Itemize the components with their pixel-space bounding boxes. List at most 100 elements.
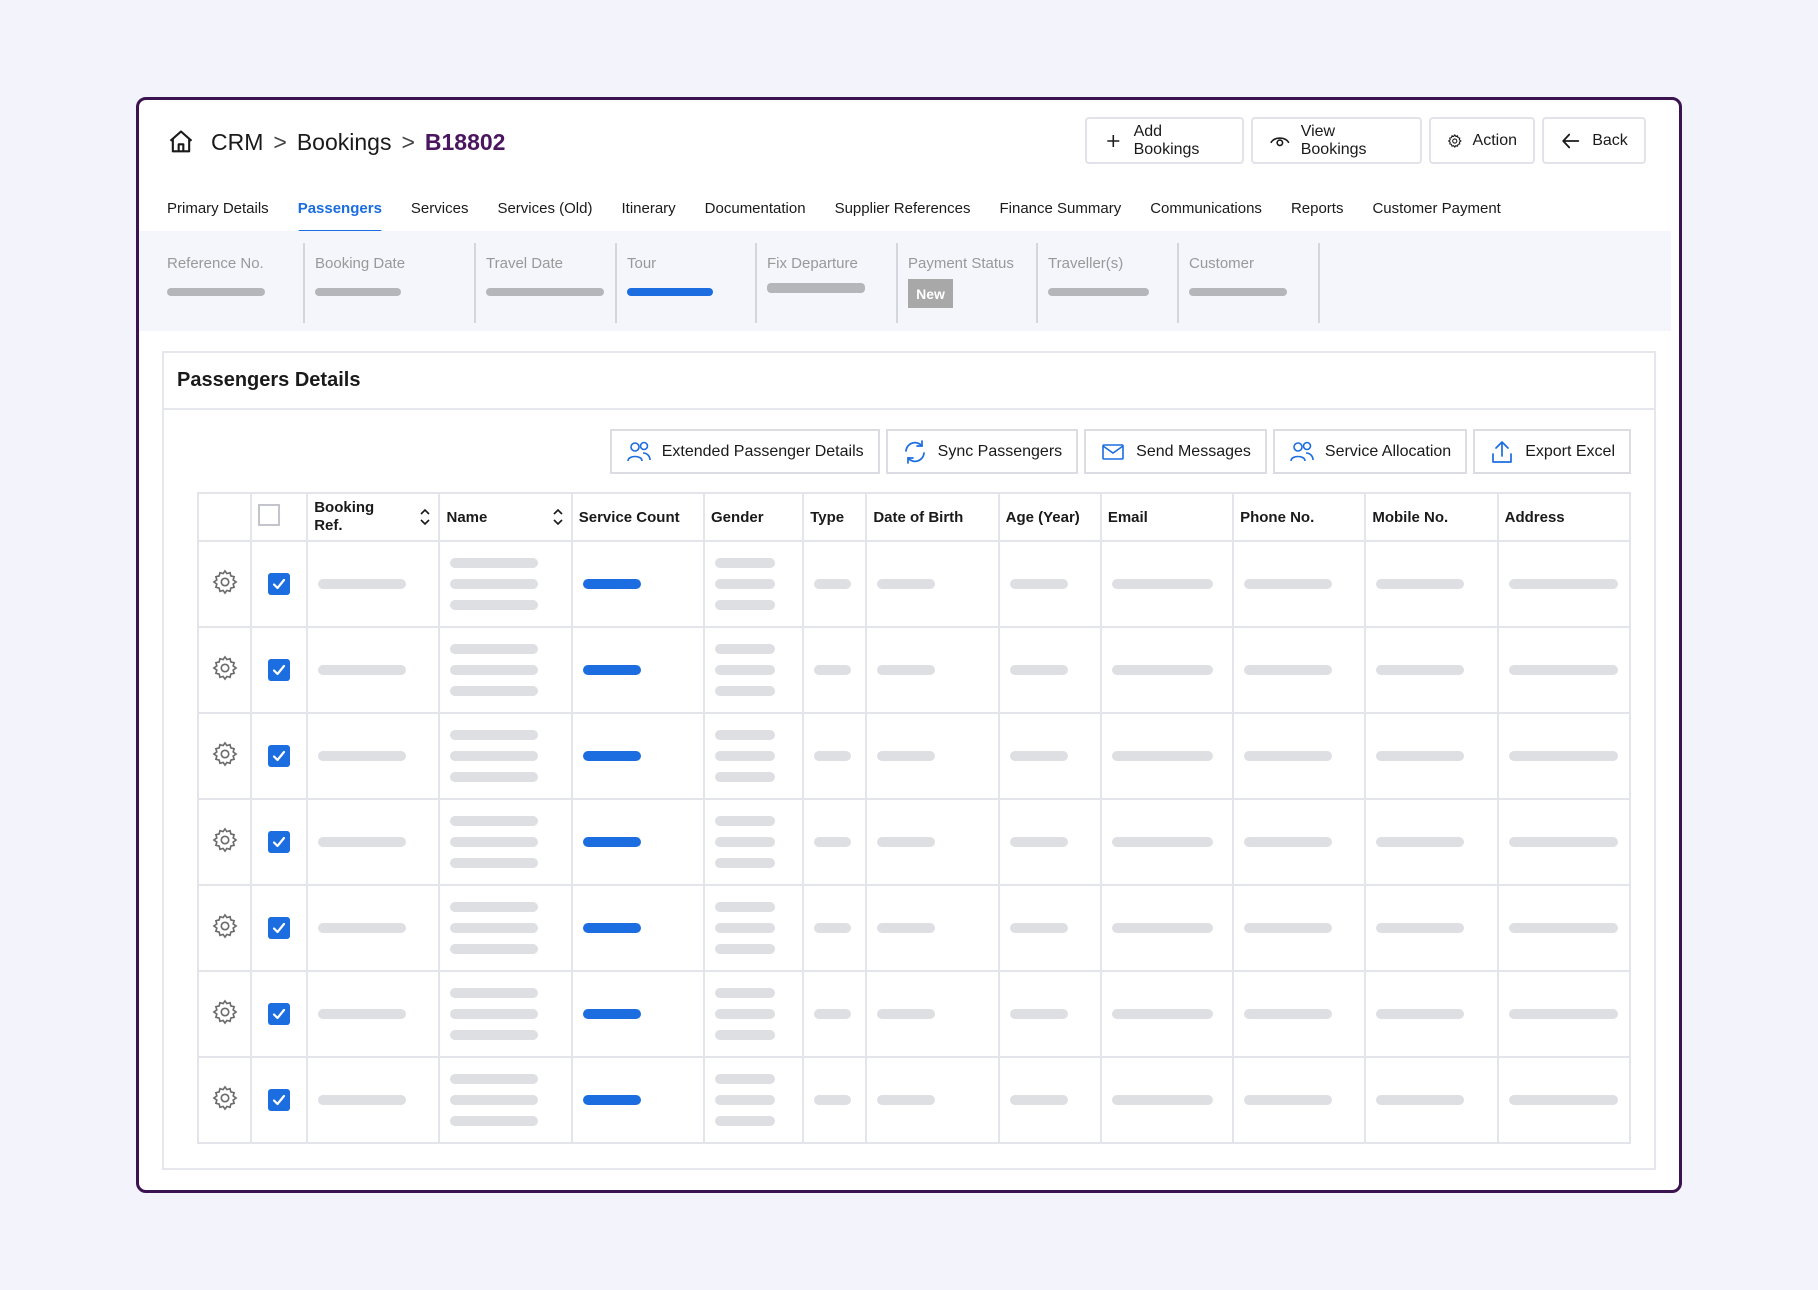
row-select[interactable] [250,970,309,1058]
check-icon [273,836,286,848]
row-settings[interactable] [196,798,253,886]
view-bookings-button[interactable]: View Bookings [1251,117,1422,164]
cell-placeholder [1244,579,1333,589]
tab-services[interactable]: Services [411,200,469,234]
row-settings[interactable] [196,540,253,628]
breadcrumb-crm[interactable]: CRM [211,129,263,156]
row-settings[interactable] [196,626,253,714]
export-excel-button[interactable]: Export Excel [1473,429,1631,474]
tab-passengers[interactable]: Passengers [297,200,383,234]
cell-placeholder [1508,923,1618,933]
cell-placeholder [1111,1095,1213,1105]
row-checkbox[interactable] [268,831,291,853]
cell-placeholder [318,1009,407,1019]
cell-placeholder [814,923,852,933]
row-select[interactable] [250,540,309,628]
extended-passenger-details-button[interactable]: Extended Passenger Details [609,429,880,474]
table-row[interactable] [196,626,1632,714]
table-row[interactable] [196,712,1632,800]
row-select[interactable] [250,884,309,972]
cell-placeholder [318,1095,407,1105]
table-row[interactable] [196,540,1632,628]
tab-primary-details[interactable]: Primary Details [167,200,269,234]
extended-passenger-details-label: Extended Passenger Details [661,442,864,460]
row-checkbox[interactable] [268,745,291,767]
table-row[interactable] [196,798,1632,886]
header-date-of-birth: Date of Birth [865,492,1000,542]
row-settings[interactable] [196,712,253,800]
row-settings[interactable] [196,1056,253,1144]
action-button[interactable]: Action [1429,117,1535,164]
sort-icon[interactable] [551,507,565,527]
cell-placeholder [715,837,776,847]
row-settings[interactable] [196,970,253,1058]
cell-phone [1232,626,1367,714]
cell-date-of-birth [865,1056,1000,1144]
summary-value-placeholder [315,288,401,296]
summary-label: Reference No. [167,255,264,272]
cell-placeholder [1376,1009,1465,1019]
cell-placeholder [1244,837,1333,847]
cell-email [1099,626,1235,714]
users-icon [626,441,651,461]
tab-finance-summary[interactable]: Finance Summary [1000,200,1122,234]
row-checkbox[interactable] [268,573,291,595]
header-booking-ref[interactable]: Booking Ref. [306,492,441,542]
row-select[interactable] [250,626,309,714]
cell-type [802,798,868,886]
header-phone: Phone No. [1232,492,1367,542]
cell-email [1099,540,1235,628]
sort-icon[interactable] [418,507,432,527]
breadcrumb: CRM > Bookings > B18802 [167,128,505,156]
row-checkbox[interactable] [268,1089,291,1111]
row-select[interactable] [250,712,309,800]
back-button[interactable]: Back [1542,117,1646,164]
cell-placeholder [715,644,776,654]
home-icon[interactable] [167,128,195,156]
cell-placeholder [715,1074,776,1084]
row-checkbox[interactable] [268,659,291,681]
cell-date-of-birth [865,884,1000,972]
status-badge: New [908,279,953,308]
service-allocation-button[interactable]: Service Allocation [1272,429,1468,474]
cell-address [1496,884,1632,972]
check-icon [273,664,286,676]
table-row[interactable] [196,1056,1632,1144]
summary-value-placeholder [486,288,604,296]
cell-placeholder [877,1095,936,1105]
cell-placeholder [318,923,407,933]
cell-placeholder [450,579,539,589]
sync-passengers-label: Sync Passengers [937,442,1063,460]
send-messages-button[interactable]: Send Messages [1084,429,1267,474]
row-checkbox[interactable] [268,1003,291,1025]
add-bookings-button[interactable]: Add Bookings [1085,117,1244,164]
row-settings[interactable] [196,884,253,972]
cell-placeholder [1244,751,1333,761]
row-checkbox[interactable] [268,917,291,939]
cell-placeholder [450,944,539,954]
row-select[interactable] [250,1056,309,1144]
cell-service-count [570,712,706,800]
sync-passengers-button[interactable]: Sync Passengers [885,429,1079,474]
cell-placeholder [1244,665,1333,675]
cell-mobile [1364,626,1499,714]
table-row[interactable] [196,970,1632,1058]
tab-supplier-references[interactable]: Supplier References [835,200,971,234]
select-all-checkbox[interactable] [258,504,281,526]
row-select[interactable] [250,798,309,886]
cell-address [1496,626,1632,714]
breadcrumb-bookings[interactable]: Bookings [297,129,392,156]
table-row[interactable] [196,884,1632,972]
cell-type [802,712,868,800]
tab-reports[interactable]: Reports [1291,200,1344,234]
cell-placeholder [1111,837,1213,847]
tab-documentation[interactable]: Documentation [705,200,806,234]
cell-placeholder [715,923,776,933]
tab-itinerary[interactable]: Itinerary [621,200,675,234]
tab-communications[interactable]: Communications [1150,200,1262,234]
header-name[interactable]: Name [438,492,573,542]
cell-placeholder [450,1030,539,1040]
cell-name [438,712,573,800]
tab-services-old[interactable]: Services (Old) [497,200,592,234]
tab-customer-payment[interactable]: Customer Payment [1372,200,1500,234]
